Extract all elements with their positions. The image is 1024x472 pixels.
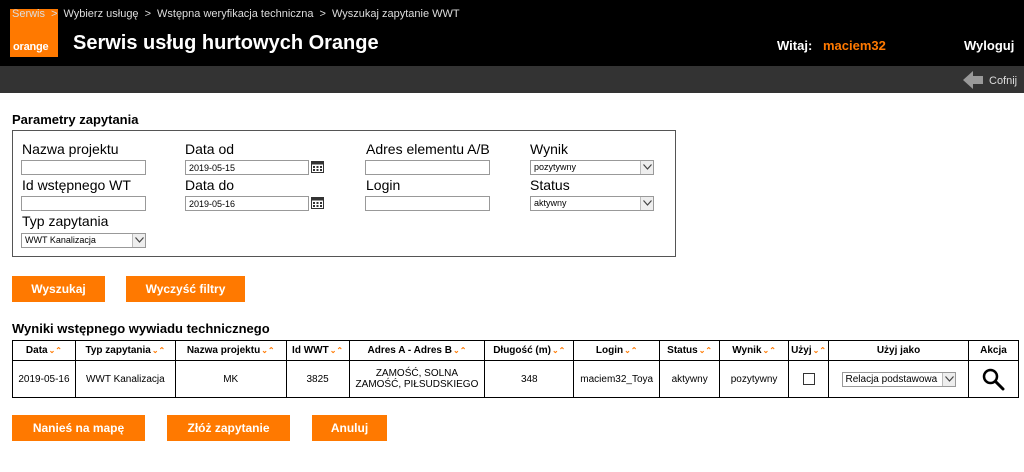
magnifier-icon[interactable] — [981, 367, 1005, 391]
result-label: Wynik — [530, 141, 568, 157]
submit-request-button[interactable]: Złóż zapytanie — [167, 415, 290, 441]
cell-use-as: Relacja podstawowa — [828, 360, 969, 398]
cell-date: 2019-05-16 — [12, 360, 76, 398]
cell-id: 3825 — [285, 360, 350, 398]
column-header-date[interactable]: Data⌄⌃ — [12, 340, 76, 361]
breadcrumb-item-current: Wyszukaj zapytanie WWT — [331, 8, 460, 20]
address-a: ZAMOŚĆ, SOLNA — [375, 368, 459, 379]
request-type-value: WWT Kanalizacja — [25, 235, 96, 245]
put-on-map-button[interactable]: Nanieś na mapę — [12, 415, 145, 441]
date-from-label: Data od — [185, 141, 235, 157]
status-select[interactable]: aktywny — [530, 196, 654, 211]
calendar-icon[interactable] — [311, 196, 324, 209]
welcome-label: Witaj: — [777, 38, 813, 53]
sort-icon[interactable]: ⌄⌃ — [49, 346, 62, 355]
use-as-select[interactable]: Relacja podstawowa — [841, 371, 956, 387]
chevron-down-icon — [640, 161, 653, 174]
status-value: aktywny — [534, 198, 567, 208]
breadcrumb-bar — [0, 66, 1024, 93]
logo-text: orange — [13, 41, 49, 53]
table-row: 2019-05-16 WWT Kanalizacja MK 3825 ZAMOŚ… — [12, 360, 1020, 398]
status-label: Status — [530, 177, 570, 193]
chevron-down-icon — [132, 234, 145, 247]
cell-action — [967, 360, 1020, 398]
project-name-label: Nazwa projektu — [22, 141, 119, 157]
column-header-action: Akcja — [967, 340, 1020, 361]
column-header-login[interactable]: Login⌄⌃ — [573, 340, 661, 361]
wt-id-label: Id wstępnego WT — [22, 177, 131, 193]
project-name-input[interactable] — [21, 160, 146, 175]
breadcrumb-separator: > — [51, 8, 58, 20]
chevron-down-icon — [941, 372, 955, 386]
chevron-down-icon — [640, 197, 653, 210]
sort-icon[interactable]: ⌄⌃ — [330, 346, 343, 355]
username-link[interactable]: maciem32 — [823, 38, 886, 53]
column-header-use[interactable]: Użyj⌄⌃ — [788, 340, 830, 361]
breadcrumb-separator: > — [319, 8, 326, 20]
breadcrumb-item-serwis[interactable]: Serwis — [12, 8, 45, 20]
cell-status: aktywny — [659, 360, 721, 398]
column-header-address[interactable]: Adres A - Adres B⌄⌃ — [348, 340, 486, 361]
sort-icon[interactable]: ⌄⌃ — [624, 346, 637, 355]
element-address-label: Adres elementu A/B — [366, 141, 490, 157]
results-title: Wyniki wstępnego wywiadu technicznego — [12, 321, 270, 336]
table-header-row: Data⌄⌃ Typ zapytania⌄⌃ Nazwa projektu⌄⌃ … — [12, 340, 1020, 361]
breadcrumb: Serwis > Wybierz usługę > Wstępna weryfikacj… — [12, 8, 460, 20]
cell-type: WWT Kanalizacja — [74, 360, 176, 398]
result-select[interactable]: pozytywny — [530, 160, 654, 175]
cell-result: pozytywny — [719, 360, 790, 398]
use-as-value: Relacja podstawowa — [845, 373, 938, 385]
sort-icon[interactable]: ⌄⌃ — [813, 346, 826, 355]
element-address-input[interactable] — [365, 160, 490, 175]
clear-filters-button[interactable]: Wyczyść filtry — [126, 276, 245, 302]
request-type-select[interactable]: WWT Kanalizacja — [21, 233, 146, 248]
login-input[interactable] — [365, 196, 490, 211]
breadcrumb-item-choose-service[interactable]: Wybierz usługę — [63, 8, 138, 20]
results-table: Data⌄⌃ Typ zapytania⌄⌃ Nazwa projektu⌄⌃ … — [12, 340, 1020, 398]
sort-icon[interactable]: ⌄⌃ — [261, 346, 274, 355]
sort-icon[interactable]: ⌄⌃ — [699, 346, 712, 355]
cell-project: MK — [174, 360, 287, 398]
breadcrumb-item-verification[interactable]: Wstępna weryfikacja techniczna — [157, 8, 314, 20]
breadcrumb-separator: > — [144, 8, 151, 20]
arrow-left-icon[interactable] — [963, 70, 983, 90]
column-header-type[interactable]: Typ zapytania⌄⌃ — [74, 340, 176, 361]
cancel-button[interactable]: Anuluj — [312, 415, 387, 441]
cell-address: ZAMOŚĆ, SOLNA ZAMOŚĆ, PIŁSUDSKIEGO — [348, 360, 486, 398]
column-header-id[interactable]: Id WWT⌄⌃ — [285, 340, 350, 361]
column-header-use-as: Użyj jako — [828, 340, 969, 361]
back-link[interactable]: Cofnij — [989, 75, 1017, 87]
column-header-result[interactable]: Wynik⌄⌃ — [719, 340, 790, 361]
cell-use — [788, 360, 830, 398]
search-button[interactable]: Wyszukaj — [12, 276, 105, 302]
sort-icon[interactable]: ⌄⌃ — [763, 346, 776, 355]
date-from-input[interactable] — [185, 160, 309, 175]
calendar-icon[interactable] — [311, 160, 324, 173]
date-to-label: Data do — [185, 177, 235, 193]
sort-icon[interactable]: ⌄⌃ — [552, 346, 565, 355]
date-to-input[interactable] — [185, 196, 309, 211]
filters-title: Parametry zapytania — [12, 112, 139, 127]
address-b: ZAMOŚĆ, PIŁSUDSKIEGO — [355, 379, 479, 390]
request-type-label: Typ zapytania — [22, 213, 109, 229]
result-value: pozytywny — [534, 162, 577, 172]
cell-length: 348 — [484, 360, 575, 398]
wt-id-input[interactable] — [21, 196, 146, 211]
cell-login: maciem32_Toya — [573, 360, 661, 398]
column-header-length[interactable]: Długość (m)⌄⌃ — [484, 340, 575, 361]
login-label: Login — [366, 177, 401, 193]
use-checkbox[interactable] — [802, 373, 815, 385]
sort-icon[interactable]: ⌄⌃ — [453, 346, 466, 355]
site-title: Serwis usług hurtowych Orange — [73, 32, 379, 54]
column-header-status[interactable]: Status⌄⌃ — [659, 340, 721, 361]
logout-link[interactable]: Wyloguj — [964, 38, 1014, 53]
sort-icon[interactable]: ⌄⌃ — [152, 346, 165, 355]
column-header-project[interactable]: Nazwa projektu⌄⌃ — [174, 340, 287, 361]
